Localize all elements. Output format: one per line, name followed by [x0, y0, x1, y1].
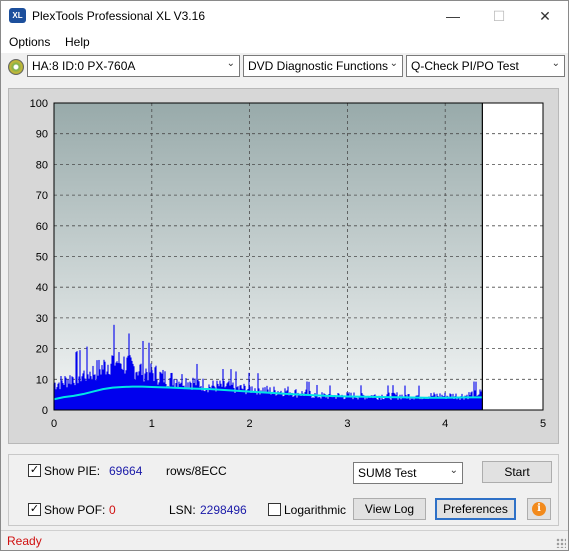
logarithmic-checkbox[interactable]: [268, 503, 281, 516]
y-tick-label: 60: [36, 221, 48, 233]
y-tick-label: 40: [36, 282, 48, 294]
x-tick-label: 5: [540, 418, 546, 430]
test-select[interactable]: Q-Check PI/PO Test ⌄: [406, 55, 565, 77]
lsn-value: 2298496: [200, 503, 247, 517]
lsn-label: LSN:: [169, 503, 196, 517]
x-tick-label: 2: [247, 418, 253, 430]
function-select[interactable]: DVD Diagnostic Functions ⌄: [243, 55, 403, 77]
logarithmic-label: Logarithmic: [284, 503, 347, 517]
y-tick-label: 100: [30, 98, 48, 110]
pof-value: 0: [109, 503, 116, 517]
info-button[interactable]: i: [527, 498, 551, 520]
preferences-button[interactable]: Preferences: [435, 498, 516, 520]
y-tick-label: 0: [42, 405, 48, 417]
drive-select[interactable]: HA:8 ID:0 PX-760A ⌄: [27, 55, 240, 77]
chevron-down-icon: ⌄: [449, 465, 458, 476]
window-title: PlexTools Professional XL V3.16: [32, 9, 205, 23]
controls-panel: ✓ Show PIE: 69664 rows/8ECC ✓ Show POF: …: [8, 454, 559, 526]
y-tick-label: 10: [36, 374, 48, 386]
maximize-button[interactable]: ☐: [476, 1, 522, 31]
chart-panel: 0 10 20 30 40 50 60 70 80 90 100 0 1 2 3 4 5: [8, 88, 559, 444]
y-tick-label: 80: [36, 159, 48, 171]
y-tick-label: 30: [36, 313, 48, 325]
test-select-value: Q-Check PI/PO Test: [411, 59, 519, 73]
chevron-down-icon: ⌄: [551, 58, 560, 69]
status-bar: Ready: [1, 530, 568, 550]
chevron-down-icon: ⌄: [226, 58, 235, 69]
x-tick-label: 4: [442, 418, 448, 430]
menu-help[interactable]: Help: [65, 35, 90, 49]
menu-options[interactable]: Options: [9, 35, 50, 49]
show-pie-checkbox[interactable]: ✓: [28, 464, 41, 477]
plextools-app-icon: XL: [9, 8, 26, 23]
close-button[interactable]: ✕: [522, 1, 568, 31]
toolbar: HA:8 ID:0 PX-760A ⌄ DVD Diagnostic Funct…: [1, 53, 568, 81]
menu-bar: Options Help: [1, 31, 568, 53]
drive-icon: [8, 59, 24, 75]
pie-value: 69664: [109, 464, 143, 478]
function-select-value: DVD Diagnostic Functions: [248, 59, 389, 73]
show-pof-label: Show POF:: [44, 503, 106, 517]
show-pof-checkbox[interactable]: ✓: [28, 503, 41, 516]
sum-test-select-value: SUM8 Test: [358, 466, 417, 480]
x-tick-label: 0: [51, 418, 57, 430]
y-tick-label: 90: [36, 129, 48, 141]
start-button[interactable]: Start: [482, 461, 552, 483]
show-pie-label: Show PIE:: [44, 464, 101, 478]
status-text: Ready: [7, 534, 42, 548]
chevron-down-icon: ⌄: [389, 58, 398, 69]
app-window: XL PlexTools Professional XL V3.16 — ☐ ✕…: [0, 0, 569, 551]
y-tick-label: 70: [36, 190, 48, 202]
x-tick-label: 3: [344, 418, 350, 430]
title-bar[interactable]: XL PlexTools Professional XL V3.16 — ☐ ✕: [1, 1, 568, 31]
view-log-button[interactable]: View Log: [353, 498, 426, 520]
resize-grip-icon[interactable]: [556, 538, 566, 548]
rows-label: rows/8ECC: [166, 464, 227, 478]
drive-select-value: HA:8 ID:0 PX-760A: [32, 59, 136, 73]
minimize-button[interactable]: —: [430, 1, 476, 31]
info-icon: i: [532, 502, 546, 516]
x-tick-label: 1: [149, 418, 155, 430]
y-tick-label: 50: [36, 252, 48, 264]
y-tick-label: 20: [36, 344, 48, 356]
sum-test-select[interactable]: SUM8 Test ⌄: [353, 462, 463, 484]
pi-po-chart: 0 10 20 30 40 50 60 70 80 90 100 0 1 2 3 4 5: [30, 98, 546, 430]
